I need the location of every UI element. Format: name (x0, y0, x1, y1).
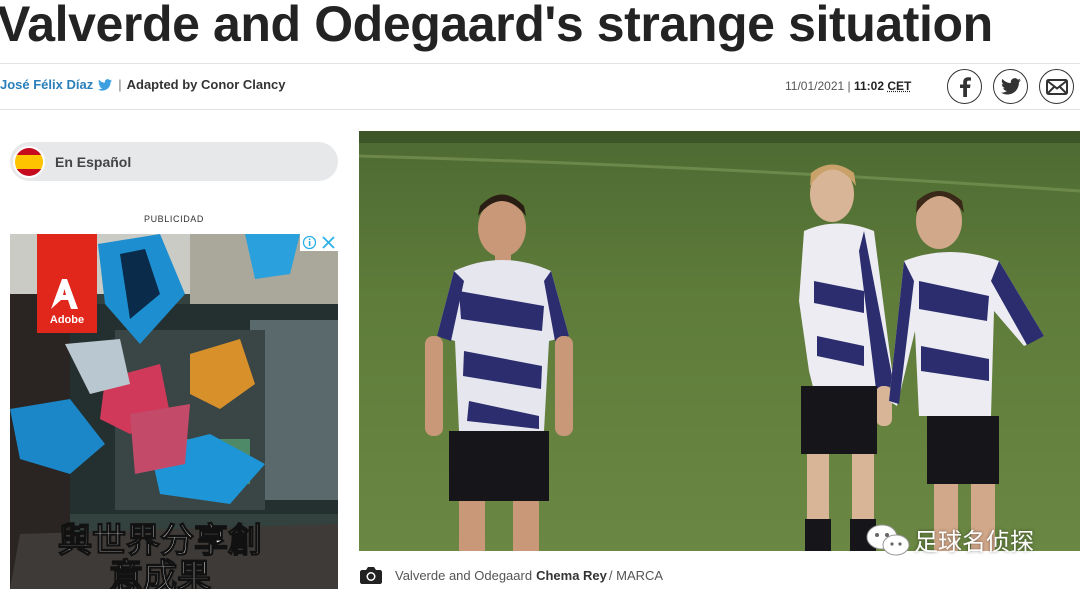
info-icon[interactable] (300, 234, 319, 251)
camera-icon (360, 567, 382, 584)
wechat-icon (866, 524, 910, 555)
article-headline: Valverde and Odegaard's strange situatio… (0, 0, 993, 52)
language-switch-button[interactable]: En Español (10, 142, 338, 181)
twitter-icon[interactable] (98, 78, 113, 91)
article-photo (359, 131, 1080, 551)
byline: José Félix Díaz | Adapted by Conor Clanc… (0, 77, 286, 92)
language-switch-label: En Español (55, 153, 132, 170)
ad-headline-line2: 意成果 (109, 557, 211, 589)
author-link[interactable]: José Félix Díaz (0, 77, 93, 92)
publish-date: 11/01/2021 (785, 79, 845, 93)
byline-separator: | (118, 77, 122, 92)
caption-text: Valverde and Odegaard (395, 567, 533, 583)
watermark-text: 足球名侦探 (914, 528, 1034, 556)
adobe-logo-text: Adobe (50, 314, 84, 326)
photo-caption: Valverde and Odegaard Chema Rey / MARCA (360, 566, 663, 584)
photo-source: / MARCA (608, 567, 664, 583)
date-separator: | (847, 79, 851, 93)
share-twitter-button[interactable] (993, 69, 1028, 104)
advertisement[interactable]: Adobe 與世界分享創 意成果 (10, 234, 338, 589)
photo-credit: Chema Rey (536, 567, 607, 583)
byline-bar: José Félix Díaz | Adapted by Conor Clanc… (0, 63, 1080, 110)
publish-datetime: 11/01/2021 | 11:02 CET (785, 79, 911, 93)
ad-headline-line1: 與世界分享創 (58, 521, 262, 561)
timezone: CET (887, 79, 912, 93)
email-icon (1045, 78, 1068, 95)
publish-time: 11:02 (853, 79, 885, 93)
ad-label: PUBLICIDAD (143, 214, 204, 224)
ad-artwork: Adobe 與世界分享創 意成果 (10, 234, 338, 589)
watermark: 足球名侦探 (866, 522, 1034, 557)
twitter-icon (1000, 78, 1021, 95)
football-players-photo (359, 131, 1080, 551)
share-email-button[interactable] (1039, 69, 1074, 104)
adapted-by: Adapted by Conor Clancy (126, 77, 286, 92)
close-icon[interactable] (319, 234, 338, 251)
spain-flag-icon (13, 145, 45, 178)
facebook-icon (959, 76, 971, 97)
share-facebook-button[interactable] (947, 69, 982, 104)
